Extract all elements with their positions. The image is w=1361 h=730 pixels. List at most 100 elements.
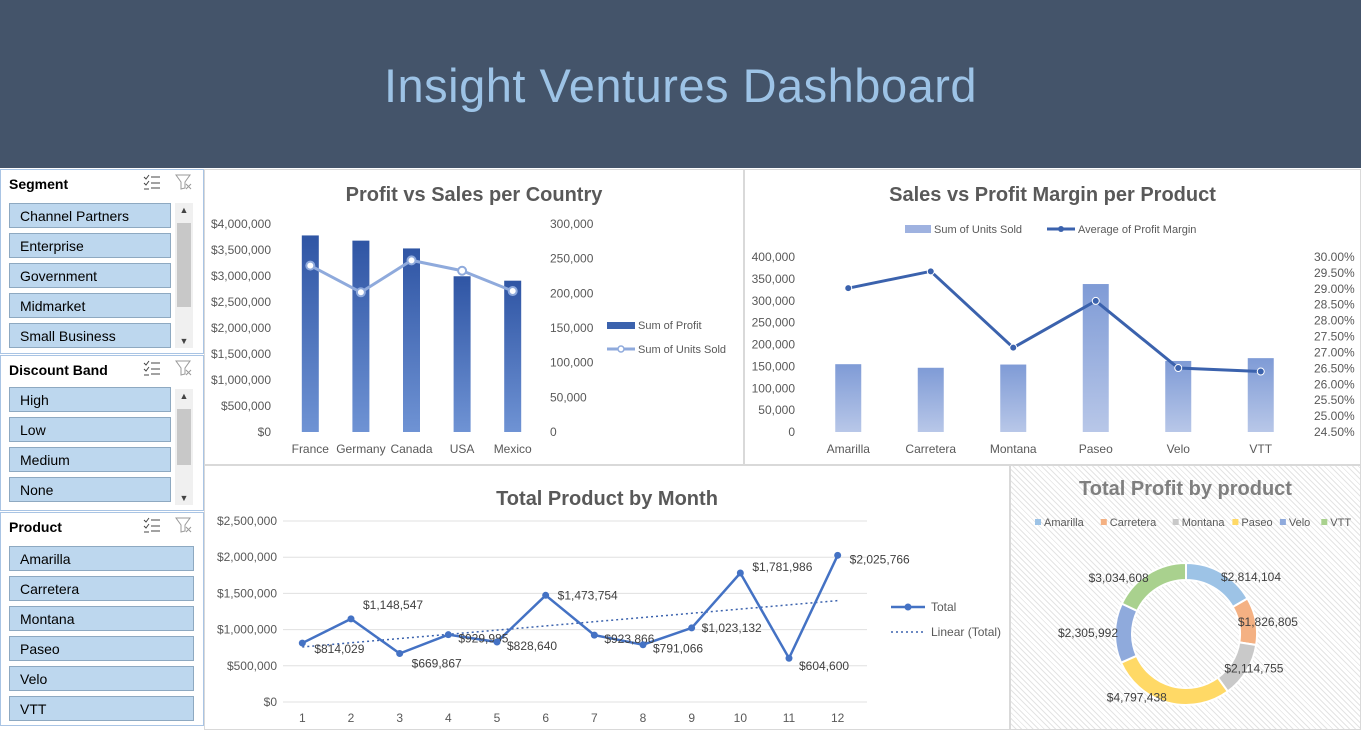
y-left-tick-label: 150,000 xyxy=(752,359,796,373)
y-right-tick-label: 150,000 xyxy=(550,321,594,335)
slicer-scrollbar[interactable]: ▲ ▼ xyxy=(175,389,193,505)
y-tick-label: $2,500,000 xyxy=(217,514,277,528)
legend-label-vtt: VTT xyxy=(1330,517,1351,529)
point-units-sold xyxy=(406,255,417,266)
multi-select-icon[interactable] xyxy=(143,174,161,190)
x-tick-label: 5 xyxy=(494,711,501,725)
y-left-tick-label: $2,000,000 xyxy=(211,321,271,335)
data-label: $791,066 xyxy=(653,642,703,656)
slicer-item-carretera[interactable]: Carretera xyxy=(9,576,194,601)
slicer-header: Discount Band xyxy=(1,356,203,382)
slicer-item-channel-partners[interactable]: Channel Partners xyxy=(9,203,171,228)
slicer-item-low[interactable]: Low xyxy=(9,417,171,442)
legend-marker-units xyxy=(617,345,625,353)
slicer-item-midmarket[interactable]: Midmarket xyxy=(9,293,171,318)
x-tick-label: Paseo xyxy=(1079,442,1113,456)
slicer-title: Product xyxy=(9,519,62,535)
clear-filter-icon[interactable] xyxy=(175,517,193,533)
point-profit-margin xyxy=(844,284,853,293)
point-total xyxy=(542,591,550,599)
slicer-item-government[interactable]: Government xyxy=(9,263,171,288)
y-left-tick-label: $1,500,000 xyxy=(211,347,271,361)
data-label: $1,023,132 xyxy=(702,621,762,635)
point-units-sold xyxy=(457,265,468,276)
x-tick-label: Velo xyxy=(1167,442,1191,456)
data-label: $604,600 xyxy=(799,659,849,673)
slice-label: $2,305,992 xyxy=(1058,626,1118,640)
slicer-item-paseo[interactable]: Paseo xyxy=(9,636,194,661)
slicer-item-velo[interactable]: Velo xyxy=(9,666,194,691)
point-units-sold xyxy=(305,260,316,271)
y-right-tick-label: 24.50% xyxy=(1314,425,1355,439)
scroll-down-icon[interactable]: ▼ xyxy=(175,334,193,348)
slice-label: $2,114,755 xyxy=(1224,661,1283,675)
y-left-tick-label: 100,000 xyxy=(752,381,796,395)
multi-select-icon[interactable] xyxy=(143,360,161,376)
x-tick-label: Amarilla xyxy=(827,442,871,456)
slicer-item-vtt[interactable]: VTT xyxy=(9,696,194,721)
point-total xyxy=(639,641,647,649)
point-units-sold xyxy=(507,286,518,297)
slicer-item-high[interactable]: High xyxy=(9,387,171,412)
x-tick-label: France xyxy=(292,442,330,456)
scroll-thumb[interactable] xyxy=(177,409,191,465)
legend-label-units: Sum of Units Sold xyxy=(934,224,1022,236)
scroll-down-icon[interactable]: ▼ xyxy=(175,491,193,505)
y-right-tick-label: 27.50% xyxy=(1314,330,1355,344)
slicer-item-amarilla[interactable]: Amarilla xyxy=(9,546,194,571)
y-tick-label: $1,500,000 xyxy=(217,586,277,600)
point-profit-margin xyxy=(1256,367,1265,376)
point-profit-margin xyxy=(1009,343,1018,352)
legend-swatch-montana xyxy=(1172,519,1179,525)
slicer-item-medium[interactable]: Medium xyxy=(9,447,171,472)
y-tick-label: $0 xyxy=(264,695,278,709)
slicer-item-enterprise[interactable]: Enterprise xyxy=(9,233,171,258)
legend-swatch-velo xyxy=(1279,519,1286,525)
y-tick-label: $500,000 xyxy=(227,659,277,673)
bar-profit-germany xyxy=(352,240,370,432)
point-profit-margin xyxy=(1091,296,1100,305)
clear-filter-icon[interactable] xyxy=(175,174,193,190)
data-label: $923,866 xyxy=(604,632,654,646)
slice-vtt xyxy=(1120,561,1187,613)
clear-filter-icon[interactable] xyxy=(175,360,193,376)
y-left-tick-label: 0 xyxy=(788,425,795,439)
point-units-sold xyxy=(355,287,366,298)
legend-label-paseo: Paseo xyxy=(1241,517,1272,529)
legend-swatch-vtt xyxy=(1321,519,1328,525)
slicer-product[interactable]: Product Amarilla Carretera Montana Paseo Vel… xyxy=(0,512,204,726)
slicer-segment[interactable]: Segment Channel Partners Enterprise Govern… xyxy=(0,169,204,354)
scroll-thumb[interactable] xyxy=(177,223,191,307)
slicer-item-none[interactable]: None xyxy=(9,477,171,502)
slice-label: $4,797,438 xyxy=(1107,691,1167,705)
slicer-header: Segment xyxy=(1,170,203,196)
slicer-title: Discount Band xyxy=(9,362,108,378)
bar-profit-usa xyxy=(453,276,471,432)
slicer-scrollbar[interactable]: ▲ ▼ xyxy=(175,203,193,348)
y-right-tick-label: 50,000 xyxy=(550,390,587,404)
scroll-up-icon[interactable]: ▲ xyxy=(175,203,193,217)
x-tick-label: 11 xyxy=(783,711,796,725)
y-right-tick-label: 300,000 xyxy=(550,217,594,231)
point-total xyxy=(444,631,452,639)
y-right-tick-label: 26.50% xyxy=(1314,361,1355,375)
x-tick-label: 3 xyxy=(396,711,403,725)
x-tick-label: 2 xyxy=(348,711,355,725)
multi-select-icon[interactable] xyxy=(143,517,161,533)
point-total xyxy=(493,638,501,646)
data-label: $828,640 xyxy=(507,639,557,653)
slicer-item-small-business[interactable]: Small Business xyxy=(9,323,171,348)
legend-label-margin: Average of Profit Margin xyxy=(1078,224,1196,236)
y-left-tick-label: $3,500,000 xyxy=(211,243,271,257)
point-total xyxy=(590,631,598,639)
x-tick-label: Mexico xyxy=(494,442,532,456)
chart-profit-vs-sales: Profit vs Sales per Country $0 $500,000 $1… xyxy=(204,169,744,465)
x-tick-label: USA xyxy=(450,442,475,456)
y-tick-label: $2,000,000 xyxy=(217,550,277,564)
scroll-up-icon[interactable]: ▲ xyxy=(175,389,193,403)
data-label: $669,867 xyxy=(412,657,462,671)
x-tick-label: 4 xyxy=(445,711,452,725)
slicer-discount-band[interactable]: Discount Band High Low Medium None ▲ ▼ xyxy=(0,355,204,511)
slicer-item-montana[interactable]: Montana xyxy=(9,606,194,631)
bar-units-carretera xyxy=(917,367,944,432)
